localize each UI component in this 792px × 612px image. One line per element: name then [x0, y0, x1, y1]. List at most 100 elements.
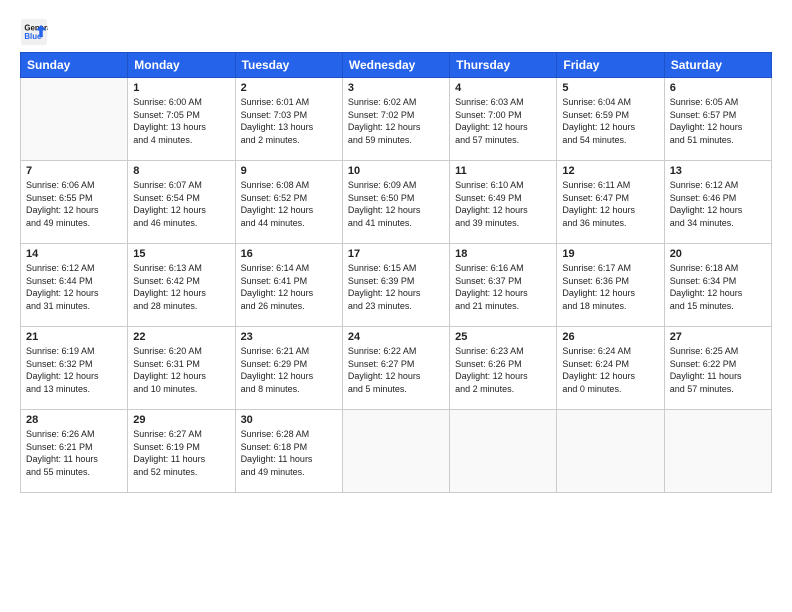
- calendar-cell: [21, 78, 128, 161]
- day-info: Sunrise: 6:03 AM Sunset: 7:00 PM Dayligh…: [455, 96, 551, 146]
- day-info: Sunrise: 6:15 AM Sunset: 6:39 PM Dayligh…: [348, 262, 444, 312]
- day-number: 20: [670, 248, 766, 260]
- day-number: 21: [26, 331, 122, 343]
- day-info: Sunrise: 6:21 AM Sunset: 6:29 PM Dayligh…: [241, 345, 337, 395]
- day-info: Sunrise: 6:27 AM Sunset: 6:19 PM Dayligh…: [133, 428, 229, 478]
- calendar-cell: 9 Sunrise: 6:08 AM Sunset: 6:52 PM Daylig…: [235, 161, 342, 244]
- page: General Blue SundayMondayTuesdayWednesda…: [0, 0, 792, 612]
- header-day: Friday: [557, 53, 664, 78]
- calendar-cell: 6 Sunrise: 6:05 AM Sunset: 6:57 PM Daylig…: [664, 78, 771, 161]
- day-number: 6: [670, 82, 766, 94]
- calendar-cell: [557, 410, 664, 493]
- calendar-cell: 2Sunrise: 6:01 AM Sunset: 7:03 PM Daylig…: [235, 78, 342, 161]
- day-info: Sunrise: 6:20 AM Sunset: 6:31 PM Dayligh…: [133, 345, 229, 395]
- day-info: Sunrise: 6:24 AM Sunset: 6:24 PM Dayligh…: [562, 345, 658, 395]
- calendar-header: SundayMondayTuesdayWednesdayThursdayFrid…: [21, 53, 772, 78]
- day-info: Sunrise: 6:10 AM Sunset: 6:49 PM Dayligh…: [455, 179, 551, 229]
- header-day: Thursday: [450, 53, 557, 78]
- calendar-cell: 17 Sunrise: 6:15 AM Sunset: 6:39 PM Dayli…: [342, 244, 449, 327]
- calendar-cell: 3 Sunrise: 6:02 AM Sunset: 7:02 PM Daylig…: [342, 78, 449, 161]
- day-number: 13: [670, 165, 766, 177]
- day-info: Sunrise: 6:07 AM Sunset: 6:54 PM Dayligh…: [133, 179, 229, 229]
- day-number: 17: [348, 248, 444, 260]
- day-info: Sunrise: 6:18 AM Sunset: 6:34 PM Dayligh…: [670, 262, 766, 312]
- calendar-week: 1 Sunrise: 6:00 AM Sunset: 7:05 PM Daylig…: [21, 78, 772, 161]
- calendar-cell: 18Sunrise: 6:16 AM Sunset: 6:37 PM Dayli…: [450, 244, 557, 327]
- calendar-cell: 12Sunrise: 6:11 AM Sunset: 6:47 PM Dayli…: [557, 161, 664, 244]
- day-number: 19: [562, 248, 658, 260]
- header-day: Sunday: [21, 53, 128, 78]
- calendar: SundayMondayTuesdayWednesdayThursdayFrid…: [20, 52, 772, 493]
- day-number: 22: [133, 331, 229, 343]
- calendar-cell: 25Sunrise: 6:23 AM Sunset: 6:26 PM Dayli…: [450, 327, 557, 410]
- day-number: 1: [133, 82, 229, 94]
- calendar-cell: 21 Sunrise: 6:19 AM Sunset: 6:32 PM Dayli…: [21, 327, 128, 410]
- day-info: Sunrise: 6:16 AM Sunset: 6:37 PM Dayligh…: [455, 262, 551, 312]
- day-info: Sunrise: 6:00 AM Sunset: 7:05 PM Dayligh…: [133, 96, 229, 146]
- day-info: Sunrise: 6:17 AM Sunset: 6:36 PM Dayligh…: [562, 262, 658, 312]
- day-info: Sunrise: 6:25 AM Sunset: 6:22 PM Dayligh…: [670, 345, 766, 395]
- calendar-cell: 22 Sunrise: 6:20 AM Sunset: 6:31 PM Dayli…: [128, 327, 235, 410]
- day-info: Sunrise: 6:12 AM Sunset: 6:44 PM Dayligh…: [26, 262, 122, 312]
- day-number: 23: [241, 331, 337, 343]
- day-number: 7: [26, 165, 122, 177]
- header-day: Wednesday: [342, 53, 449, 78]
- calendar-cell: 19 Sunrise: 6:17 AM Sunset: 6:36 PM Dayli…: [557, 244, 664, 327]
- header-row: SundayMondayTuesdayWednesdayThursdayFrid…: [21, 53, 772, 78]
- header-day: Saturday: [664, 53, 771, 78]
- calendar-cell: [664, 410, 771, 493]
- day-number: 9: [241, 165, 337, 177]
- calendar-cell: 8 Sunrise: 6:07 AM Sunset: 6:54 PM Daylig…: [128, 161, 235, 244]
- calendar-cell: 13 Sunrise: 6:12 AM Sunset: 6:46 PM Dayli…: [664, 161, 771, 244]
- calendar-cell: 24 Sunrise: 6:22 AM Sunset: 6:27 PM Dayli…: [342, 327, 449, 410]
- calendar-week: 7 Sunrise: 6:06 AM Sunset: 6:55 PM Daylig…: [21, 161, 772, 244]
- day-number: 24: [348, 331, 444, 343]
- calendar-cell: [342, 410, 449, 493]
- header: General Blue: [20, 18, 772, 46]
- day-info: Sunrise: 6:28 AM Sunset: 6:18 PM Dayligh…: [241, 428, 337, 478]
- calendar-week: 14Sunrise: 6:12 AM Sunset: 6:44 PM Dayli…: [21, 244, 772, 327]
- header-day: Tuesday: [235, 53, 342, 78]
- day-number: 5: [562, 82, 658, 94]
- calendar-cell: 30 Sunrise: 6:28 AM Sunset: 6:18 PM Dayli…: [235, 410, 342, 493]
- calendar-body: 1 Sunrise: 6:00 AM Sunset: 7:05 PM Daylig…: [21, 78, 772, 493]
- calendar-cell: [450, 410, 557, 493]
- day-number: 3: [348, 82, 444, 94]
- day-number: 30: [241, 414, 337, 426]
- calendar-cell: 27Sunrise: 6:25 AM Sunset: 6:22 PM Dayli…: [664, 327, 771, 410]
- day-info: Sunrise: 6:22 AM Sunset: 6:27 PM Dayligh…: [348, 345, 444, 395]
- day-number: 8: [133, 165, 229, 177]
- day-info: Sunrise: 6:14 AM Sunset: 6:41 PM Dayligh…: [241, 262, 337, 312]
- day-info: Sunrise: 6:05 AM Sunset: 6:57 PM Dayligh…: [670, 96, 766, 146]
- logo: General Blue: [20, 18, 48, 46]
- calendar-cell: 4 Sunrise: 6:03 AM Sunset: 7:00 PM Daylig…: [450, 78, 557, 161]
- day-info: Sunrise: 6:13 AM Sunset: 6:42 PM Dayligh…: [133, 262, 229, 312]
- calendar-cell: 16Sunrise: 6:14 AM Sunset: 6:41 PM Dayli…: [235, 244, 342, 327]
- day-number: 2: [241, 82, 337, 94]
- day-info: Sunrise: 6:26 AM Sunset: 6:21 PM Dayligh…: [26, 428, 122, 478]
- calendar-cell: 15Sunrise: 6:13 AM Sunset: 6:42 PM Dayli…: [128, 244, 235, 327]
- calendar-cell: 26Sunrise: 6:24 AM Sunset: 6:24 PM Dayli…: [557, 327, 664, 410]
- day-info: Sunrise: 6:23 AM Sunset: 6:26 PM Dayligh…: [455, 345, 551, 395]
- day-number: 10: [348, 165, 444, 177]
- day-number: 4: [455, 82, 551, 94]
- day-number: 28: [26, 414, 122, 426]
- svg-text:General: General: [24, 23, 48, 32]
- day-number: 12: [562, 165, 658, 177]
- day-number: 29: [133, 414, 229, 426]
- header-day: Monday: [128, 53, 235, 78]
- day-info: Sunrise: 6:19 AM Sunset: 6:32 PM Dayligh…: [26, 345, 122, 395]
- day-info: Sunrise: 6:06 AM Sunset: 6:55 PM Dayligh…: [26, 179, 122, 229]
- calendar-week: 21 Sunrise: 6:19 AM Sunset: 6:32 PM Dayli…: [21, 327, 772, 410]
- day-info: Sunrise: 6:02 AM Sunset: 7:02 PM Dayligh…: [348, 96, 444, 146]
- day-info: Sunrise: 6:04 AM Sunset: 6:59 PM Dayligh…: [562, 96, 658, 146]
- calendar-cell: 20 Sunrise: 6:18 AM Sunset: 6:34 PM Dayli…: [664, 244, 771, 327]
- calendar-cell: 28 Sunrise: 6:26 AM Sunset: 6:21 PM Dayli…: [21, 410, 128, 493]
- calendar-cell: 14Sunrise: 6:12 AM Sunset: 6:44 PM Dayli…: [21, 244, 128, 327]
- calendar-cell: 10Sunrise: 6:09 AM Sunset: 6:50 PM Dayli…: [342, 161, 449, 244]
- calendar-week: 28 Sunrise: 6:26 AM Sunset: 6:21 PM Dayli…: [21, 410, 772, 493]
- day-info: Sunrise: 6:08 AM Sunset: 6:52 PM Dayligh…: [241, 179, 337, 229]
- logo-icon: General Blue: [20, 18, 48, 46]
- day-info: Sunrise: 6:12 AM Sunset: 6:46 PM Dayligh…: [670, 179, 766, 229]
- calendar-cell: 29 Sunrise: 6:27 AM Sunset: 6:19 PM Dayli…: [128, 410, 235, 493]
